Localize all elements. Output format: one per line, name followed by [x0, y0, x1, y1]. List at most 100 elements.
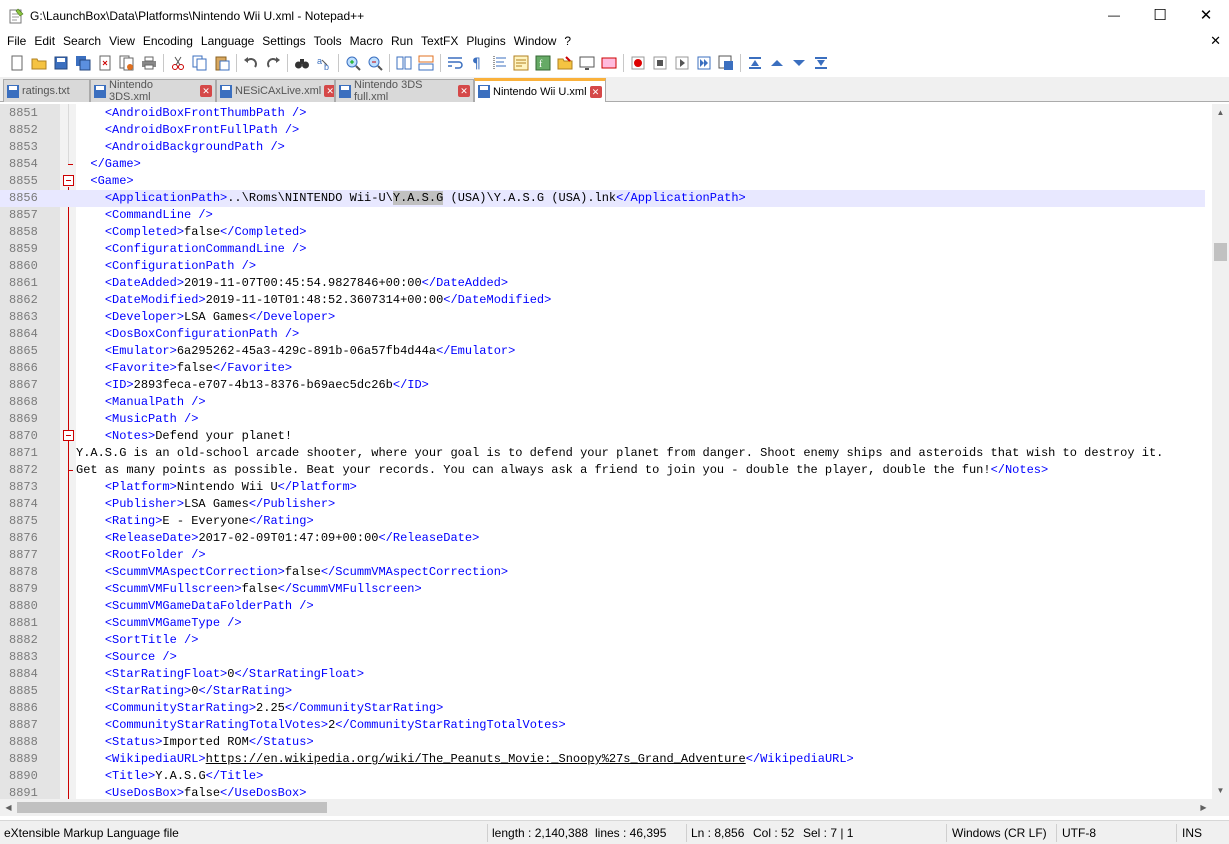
tab-ratings-txt[interactable]: ratings.txt [3, 79, 90, 102]
panel-button[interactable] [598, 52, 620, 74]
scroll-left-arrow[interactable]: ◀ [0, 799, 17, 816]
editor-line[interactable]: 8870 <Notes>Defend your planet! [0, 428, 1205, 445]
menu-settings[interactable]: Settings [258, 31, 309, 51]
sync-horizontal-button[interactable] [415, 52, 437, 74]
menu-help[interactable]: ? [560, 31, 575, 51]
horizontal-scrollbar[interactable]: ◀ ▶ [0, 799, 1212, 816]
line-text[interactable]: </Game> [76, 156, 140, 173]
new-file-button[interactable] [6, 52, 28, 74]
status-encoding[interactable]: UTF-8 [1062, 821, 1096, 844]
save-all-button[interactable] [72, 52, 94, 74]
run-macro-multiple-button[interactable] [693, 52, 715, 74]
editor-line[interactable]: 8856 <ApplicationPath>..\Roms\NINTENDO W… [0, 190, 1205, 207]
line-text[interactable]: <StarRatingFloat>0</StarRatingFloat> [76, 666, 364, 683]
zoom-out-button[interactable] [364, 52, 386, 74]
menu-encoding[interactable]: Encoding [139, 31, 197, 51]
monitor-button[interactable] [576, 52, 598, 74]
menu-search[interactable]: Search [59, 31, 105, 51]
undo-button[interactable] [240, 52, 262, 74]
editor-line[interactable]: 8871 Y.A.S.G is an old-school arcade shoo… [0, 445, 1205, 462]
editor-line[interactable]: 8875 <Rating>E - Everyone</Rating> [0, 513, 1205, 530]
line-text[interactable]: <Publisher>LSA Games</Publisher> [76, 496, 335, 513]
editor-line[interactable]: 8878 <ScummVMAspectCorrection>false</Scu… [0, 564, 1205, 581]
editor-line[interactable]: 8890 <Title>Y.A.S.G</Title> [0, 768, 1205, 785]
line-text[interactable]: <AndroidBoxFrontThumbPath /> [76, 105, 307, 122]
replace-button[interactable]: ab [313, 52, 335, 74]
line-text[interactable]: <ConfigurationCommandLine /> [76, 241, 307, 258]
line-text[interactable]: Y.A.S.G is an old-school arcade shooter,… [76, 445, 1163, 462]
line-text[interactable]: <ScummVMFullscreen>false</ScummVMFullscr… [76, 581, 422, 598]
play-macro-button[interactable] [671, 52, 693, 74]
close-window-button[interactable]: ✕ [1183, 0, 1229, 30]
tab-nesicaxlive[interactable]: NESiCAxLive.xml ✕ [216, 79, 335, 102]
collapse-all-button[interactable] [744, 52, 766, 74]
redo-button[interactable] [262, 52, 284, 74]
line-text[interactable]: <Rating>E - Everyone</Rating> [76, 513, 314, 530]
open-file-button[interactable] [28, 52, 50, 74]
editor-line[interactable]: 8874 <Publisher>LSA Games</Publisher> [0, 496, 1205, 513]
editor-line[interactable]: 8889 <WikipediaURL>https://en.wikipedia.… [0, 751, 1205, 768]
record-macro-button[interactable] [627, 52, 649, 74]
print-button[interactable] [138, 52, 160, 74]
line-text[interactable]: <StarRating>0</StarRating> [76, 683, 292, 700]
word-wrap-button[interactable] [444, 52, 466, 74]
editor-line[interactable]: 8888 <Status>Imported ROM</Status> [0, 734, 1205, 751]
close-document-button[interactable]: ✕ [1210, 33, 1221, 49]
line-text[interactable]: Get as many points as possible. Beat you… [76, 462, 1048, 479]
line-text[interactable]: <DosBoxConfigurationPath /> [76, 326, 299, 343]
indent-guide-button[interactable] [488, 52, 510, 74]
line-text[interactable]: <ManualPath /> [76, 394, 206, 411]
code-view[interactable]: 8851 <AndroidBoxFrontThumbPath /> 8852 <A… [0, 104, 1205, 799]
editor-line[interactable]: 8865 <Emulator>6a295262-45a3-429c-891b-0… [0, 343, 1205, 360]
menu-window[interactable]: Window [510, 31, 561, 51]
minimize-button[interactable]: — [1091, 0, 1137, 30]
editor-line[interactable]: 8882 <SortTitle /> [0, 632, 1205, 649]
function-list-button[interactable]: f [532, 52, 554, 74]
line-text[interactable]: <DateAdded>2019-11-07T00:45:54.9827846+0… [76, 275, 508, 292]
editor-line[interactable]: 8851 <AndroidBoxFrontThumbPath /> [0, 105, 1205, 122]
scroll-up-arrow[interactable]: ▲ [1212, 104, 1229, 121]
editor-line[interactable]: 8868 <ManualPath /> [0, 394, 1205, 411]
horizontal-scroll-thumb[interactable] [17, 802, 327, 813]
tab-nintendo-3ds-full[interactable]: Nintendo 3DS full.xml ✕ [335, 79, 474, 102]
line-text[interactable]: <AndroidBackgroundPath /> [76, 139, 285, 156]
expand-all-button[interactable] [810, 52, 832, 74]
status-insert-mode[interactable]: INS [1182, 821, 1202, 844]
editor-line[interactable]: 8858 <Completed>false</Completed> [0, 224, 1205, 241]
line-text[interactable]: <Title>Y.A.S.G</Title> [76, 768, 263, 785]
line-text[interactable]: <Notes>Defend your planet! [76, 428, 292, 445]
line-text[interactable]: <MusicPath /> [76, 411, 199, 428]
menu-tools[interactable]: Tools [310, 31, 346, 51]
menu-macro[interactable]: Macro [346, 31, 387, 51]
line-text[interactable]: <Source /> [76, 649, 177, 666]
menu-edit[interactable]: Edit [30, 31, 59, 51]
line-text[interactable]: <Game> [76, 173, 133, 190]
editor-line[interactable]: 8866 <Favorite>false</Favorite> [0, 360, 1205, 377]
menu-textfx[interactable]: TextFX [417, 31, 462, 51]
vertical-scrollbar[interactable]: ▲ ▼ [1212, 104, 1229, 799]
editor-line[interactable]: 8869 <MusicPath /> [0, 411, 1205, 428]
menu-plugins[interactable]: Plugins [462, 31, 509, 51]
editor-line[interactable]: 8883 <Source /> [0, 649, 1205, 666]
scroll-right-arrow[interactable]: ▶ [1195, 799, 1212, 816]
sync-vertical-button[interactable] [393, 52, 415, 74]
editor-line[interactable]: 8884 <StarRatingFloat>0</StarRatingFloat… [0, 666, 1205, 683]
line-text[interactable]: <ReleaseDate>2017-02-09T01:47:09+00:00</… [76, 530, 479, 547]
editor-line[interactable]: 8859 <ConfigurationCommandLine /> [0, 241, 1205, 258]
cut-button[interactable] [167, 52, 189, 74]
move-down-button[interactable] [788, 52, 810, 74]
editor-line[interactable]: 8854 </Game> [0, 156, 1205, 173]
line-text[interactable]: <RootFolder /> [76, 547, 206, 564]
editor-line[interactable]: 8867 <ID>2893feca-e707-4b13-8376-b69aec5… [0, 377, 1205, 394]
zoom-in-button[interactable] [342, 52, 364, 74]
tab-close-icon[interactable]: ✕ [458, 85, 470, 97]
url-link[interactable]: https://en.wikipedia.org/wiki/The_Peanut… [206, 752, 746, 766]
editor-line[interactable]: 8881 <ScummVMGameType /> [0, 615, 1205, 632]
menu-language[interactable]: Language [197, 31, 258, 51]
editor-line[interactable]: 8872 Get as many points as possible. Beat… [0, 462, 1205, 479]
line-text[interactable]: <ConfigurationPath /> [76, 258, 256, 275]
maximize-button[interactable]: ☐ [1137, 0, 1183, 30]
line-text[interactable]: <AndroidBoxFrontFullPath /> [76, 122, 299, 139]
menu-view[interactable]: View [105, 31, 139, 51]
editor-line[interactable]: 8857 <CommandLine /> [0, 207, 1205, 224]
